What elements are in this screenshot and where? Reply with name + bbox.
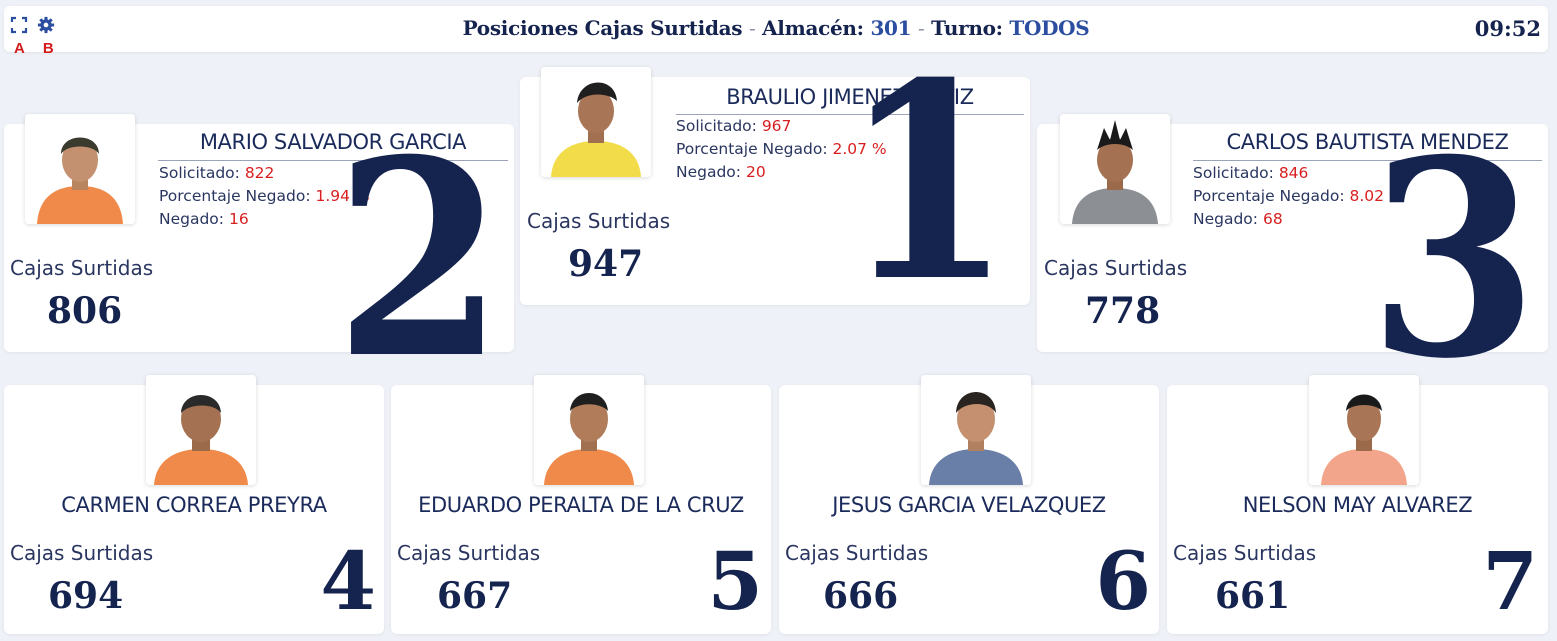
employee-name: JESUS GARCIA VELAZQUEZ: [832, 493, 1106, 517]
employee-photo: [1309, 375, 1419, 485]
cajas-surtidas-label: Cajas Surtidas: [1044, 256, 1188, 280]
negado-label: Negado:: [676, 163, 746, 181]
person-avatar-icon: [1060, 114, 1170, 224]
cajas-surtidas-label: Cajas Surtidas: [10, 541, 154, 565]
ranking-card-4: CARMEN CORREA PREYRA Cajas Surtidas 694 …: [4, 375, 384, 634]
negado-row: Negado: 16: [159, 210, 249, 228]
porcentaje-negado-label: Porcentaje Negado:: [159, 187, 316, 205]
porcentaje-negado-label: Porcentaje Negado:: [1193, 187, 1350, 205]
cajas-surtidas-value: 694: [48, 575, 124, 617]
mark-b: B: [42, 40, 54, 57]
rank-number: 4: [320, 534, 376, 628]
person-avatar-icon: [146, 375, 256, 485]
solicitado-label: Solicitado:: [1193, 164, 1279, 182]
negado-row: Negado: 68: [1193, 210, 1283, 228]
employee-name: CARMEN CORREA PREYRA: [61, 493, 327, 517]
employee-photo: [25, 114, 135, 224]
person-avatar-icon: [534, 375, 644, 485]
rank-number: 5: [707, 534, 763, 628]
cajas-surtidas-value: 778: [1085, 290, 1161, 332]
negado-label: Negado:: [1193, 210, 1263, 228]
cajas-surtidas-value: 666: [823, 575, 899, 617]
cajas-surtidas-label: Cajas Surtidas: [1173, 541, 1317, 565]
employee-name: EDUARDO PERALTA DE LA CRUZ: [418, 493, 744, 517]
solicitado-value: 846: [1278, 164, 1309, 182]
page-title: Posiciones Cajas Surtidas - Almacén: 301…: [4, 16, 1548, 40]
ranking-card-6: JESUS GARCIA VELAZQUEZ Cajas Surtidas 66…: [779, 375, 1159, 634]
cajas-surtidas-value: 661: [1215, 575, 1291, 617]
porcentaje-negado-label: Porcentaje Negado:: [676, 140, 833, 158]
person-avatar-icon: [921, 375, 1031, 485]
solicitado-row: Solicitado: 967: [676, 117, 791, 135]
employee-photo: [921, 375, 1031, 485]
turno-value: TODOS: [1009, 16, 1090, 40]
ranking-card-1: BRAULIO JIMENEZ ORTIZ Solicitado: 967 Po…: [520, 47, 1030, 317]
solicitado-row: Solicitado: 822: [159, 164, 274, 182]
cajas-surtidas-label: Cajas Surtidas: [785, 541, 929, 565]
title-prefix: Posiciones Cajas Surtidas: [462, 16, 743, 40]
cajas-surtidas-value: 947: [568, 243, 644, 285]
top-bar: Posiciones Cajas Surtidas - Almacén: 301…: [4, 6, 1548, 52]
cajas-surtidas-value: 667: [437, 575, 513, 617]
rank-number: 7: [1482, 534, 1538, 628]
negado-value: 16: [228, 210, 249, 228]
person-avatar-icon: [25, 114, 135, 224]
rank-number: 3: [1368, 100, 1538, 418]
negado-value: 68: [1262, 210, 1283, 228]
ranking-card-3: CARLOS BAUTISTA MENDEZ Solicitado: 846 P…: [1037, 114, 1548, 394]
solicitado-label: Solicitado:: [159, 164, 245, 182]
employee-name: NELSON MAY ALVAREZ: [1242, 493, 1473, 517]
rank-number: 2: [334, 100, 504, 418]
cajas-surtidas-value: 806: [47, 290, 123, 332]
annotation-marks: A B: [14, 40, 54, 57]
ranking-card-2: MARIO SALVADOR GARCIA Solicitado: 822 Po…: [4, 114, 514, 394]
clock-time: 09:52: [1474, 16, 1541, 41]
person-avatar-icon: [1309, 375, 1419, 485]
rank-number: 1: [842, 23, 1012, 341]
solicitado-label: Solicitado:: [676, 117, 762, 135]
employee-photo: [534, 375, 644, 485]
rank-number: 6: [1095, 534, 1151, 628]
mark-a: A: [14, 40, 25, 57]
solicitado-row: Solicitado: 846: [1193, 164, 1308, 182]
cajas-surtidas-label: Cajas Surtidas: [397, 541, 541, 565]
employee-photo: [1060, 114, 1170, 224]
cajas-surtidas-label: Cajas Surtidas: [10, 256, 154, 280]
employee-photo: [541, 67, 651, 177]
negado-value: 20: [745, 163, 766, 181]
solicitado-value: 822: [244, 164, 275, 182]
negado-label: Negado:: [159, 210, 229, 228]
ranking-card-7: NELSON MAY ALVAREZ Cajas Surtidas 661 7: [1167, 375, 1548, 634]
solicitado-value: 967: [761, 117, 792, 135]
negado-row: Negado: 20: [676, 163, 766, 181]
person-avatar-icon: [541, 67, 651, 177]
cajas-surtidas-label: Cajas Surtidas: [527, 209, 671, 233]
employee-photo: [146, 375, 256, 485]
ranking-card-5: EDUARDO PERALTA DE LA CRUZ Cajas Surtida…: [391, 375, 771, 634]
title-separator: -: [748, 16, 756, 40]
